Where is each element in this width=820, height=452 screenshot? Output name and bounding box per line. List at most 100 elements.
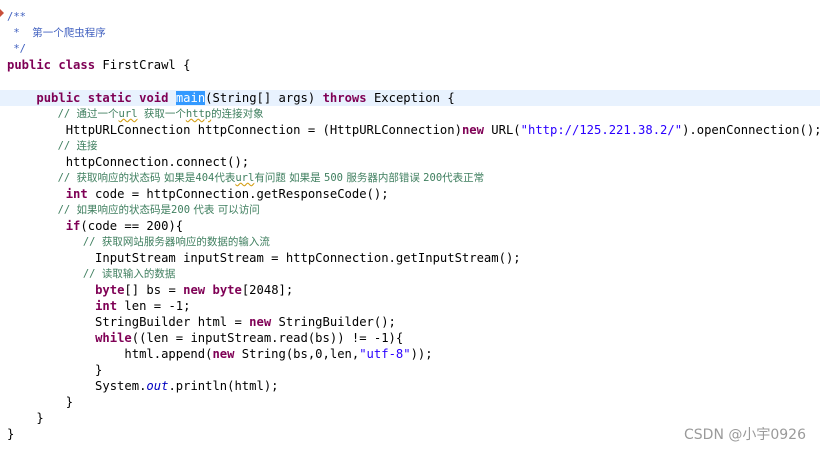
code-line[interactable]: byte[] bs = new byte[2048]; xyxy=(7,282,293,298)
comment-token: 的连接对象 xyxy=(211,108,264,120)
code-token: html.append( xyxy=(7,347,213,361)
code-line[interactable]: } xyxy=(7,362,102,378)
code-token: StringBuilder html = xyxy=(7,315,250,329)
code-line[interactable]: InputStream inputStream = httpConnection… xyxy=(7,250,521,266)
code-line[interactable]: // 连接 xyxy=(7,138,98,154)
comment-token: url xyxy=(118,108,138,120)
comment-token: 获取响应的状态码 如果是 xyxy=(76,172,196,184)
comment-token: * xyxy=(7,27,33,39)
code-line[interactable]: while((len = inputStream.read(bs)) != -1… xyxy=(7,330,403,346)
comment-token: /** xyxy=(7,11,26,23)
comment-token: 服务器内部错误 xyxy=(342,172,424,184)
code-token: FirstCrawl { xyxy=(95,58,191,72)
code-token: (code == 200){ xyxy=(80,219,184,233)
code-line[interactable]: httpConnection.connect(); xyxy=(7,154,249,170)
keyword-token: new xyxy=(212,347,235,361)
code-line[interactable]: public class FirstCrawl { xyxy=(7,57,190,73)
code-line[interactable]: /** xyxy=(7,9,26,25)
code-line[interactable]: // 获取网站服务器响应的数据的输入流 xyxy=(7,234,270,250)
keyword-token: public xyxy=(36,91,81,105)
keyword-token: new xyxy=(249,315,272,329)
code-token: httpConnection.connect(); xyxy=(7,155,250,169)
code-line[interactable]: } xyxy=(7,426,14,442)
comment-token: // xyxy=(57,108,77,120)
code-token: [2048]; xyxy=(241,283,294,297)
code-line[interactable]: * 第一个爬虫程序 xyxy=(7,25,106,41)
comment-token: // xyxy=(82,236,102,248)
comment-token: 读取输入的数据 xyxy=(101,268,176,280)
selected-word: main xyxy=(175,91,206,105)
keyword-token: byte xyxy=(95,283,125,297)
comment-token: // xyxy=(57,204,77,216)
code-line[interactable]: } xyxy=(7,394,73,410)
code-line[interactable]: } xyxy=(7,410,44,426)
comment-token: */ xyxy=(7,43,26,55)
comment-token: http xyxy=(185,108,212,120)
code-token: out xyxy=(146,379,169,393)
code-token: (String[] args) xyxy=(205,91,323,105)
code-line[interactable]: System.out.println(html); xyxy=(7,378,279,394)
comment-token: 200 xyxy=(171,204,191,216)
comment-token: 如果响应的状态码是 xyxy=(76,204,172,216)
code-token: URL( xyxy=(483,123,521,137)
keyword-token: new xyxy=(461,123,484,137)
code-line[interactable]: HttpURLConnection httpConnection = (Http… xyxy=(7,122,820,138)
comment-token: 404 xyxy=(195,172,215,184)
code-line[interactable]: if(code == 200){ xyxy=(7,218,183,234)
code-token: InputStream inputStream = httpConnection… xyxy=(7,251,521,265)
comment-token: 500 xyxy=(324,172,343,184)
comment-token: 代表正常 xyxy=(442,172,485,184)
code-token: ).openConnection(); xyxy=(682,123,820,137)
keyword-token: static xyxy=(87,91,132,105)
comment-token: 第一个爬虫程序 xyxy=(32,27,106,39)
keyword-token: byte xyxy=(212,283,242,297)
keyword-token: int xyxy=(65,187,88,201)
code-line[interactable]: // 读取输入的数据 xyxy=(7,266,175,282)
comment-token: 获取一个 xyxy=(143,108,186,120)
code-line[interactable]: int code = httpConnection.getResponseCod… xyxy=(7,186,389,202)
fold-marker-icon[interactable] xyxy=(0,9,4,17)
code-token: .println(html); xyxy=(168,379,279,393)
code-token: [] bs = xyxy=(124,283,184,297)
code-line[interactable]: // 通过一个url 获取一个http的连接对象 xyxy=(7,106,264,122)
comment-token: url xyxy=(235,172,255,184)
code-token: System. xyxy=(7,379,147,393)
comment-token: 通过一个 xyxy=(76,108,119,120)
comment-token: // xyxy=(57,140,77,152)
comment-token: 获取网站服务器响应的数据的输入流 xyxy=(101,236,270,248)
code-line[interactable]: StringBuilder html = new StringBuilder()… xyxy=(7,314,396,330)
code-line[interactable]: html.append(new String(bs,0,len,"utf-8")… xyxy=(7,346,432,362)
keyword-token: new xyxy=(183,283,206,297)
comment-token: 连接 xyxy=(76,140,98,152)
comment-token: 200 xyxy=(423,172,443,184)
code-line[interactable]: public static void main(String[] args) t… xyxy=(0,90,820,106)
comment-token: // xyxy=(57,172,77,184)
code-token: StringBuilder(); xyxy=(271,315,396,329)
code-line[interactable]: int len = -1; xyxy=(7,298,190,314)
code-token: } xyxy=(7,411,44,425)
code-token: String(bs,0,len, xyxy=(234,347,360,361)
keyword-token: public xyxy=(7,58,52,72)
comment-token: 代表 可以访问 xyxy=(190,204,260,216)
code-line[interactable]: // 获取响应的状态码 如果是404代表url有问题 如果是 500 服务器内部… xyxy=(7,170,485,186)
string-literal: "utf-8" xyxy=(359,347,411,361)
keyword-token: void xyxy=(139,91,169,105)
code-line[interactable]: */ xyxy=(7,41,26,57)
keyword-token: class xyxy=(58,58,96,72)
code-token: len = -1; xyxy=(117,299,191,313)
code-editor[interactable]: /** * 第一个爬虫程序 */ public class FirstCrawl … xyxy=(0,0,820,452)
watermark: CSDN @小宇0926 xyxy=(684,427,806,443)
code-line[interactable]: // 如果响应的状态码是200 代表 可以访问 xyxy=(7,202,260,218)
